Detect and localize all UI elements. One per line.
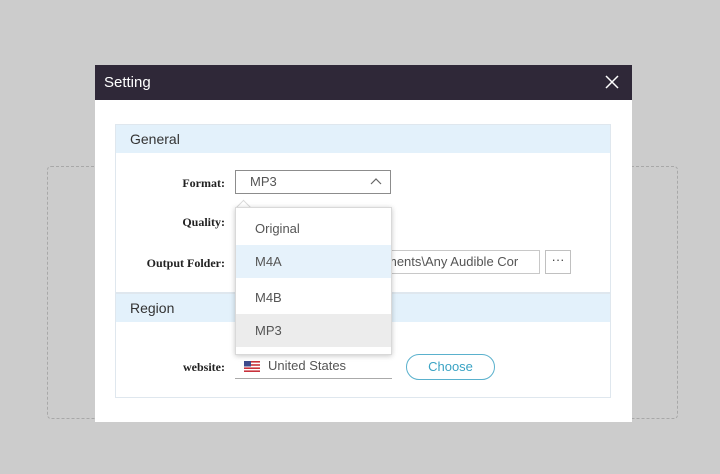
format-option-original[interactable]: Original xyxy=(236,212,391,245)
dialog-title: Setting xyxy=(104,74,151,91)
format-select[interactable]: MP3 xyxy=(235,170,391,194)
choose-button[interactable]: Choose xyxy=(406,354,495,380)
output-folder-field[interactable]: ments\Any Audible Cor xyxy=(385,250,540,274)
format-option-m4b[interactable]: M4B xyxy=(236,281,391,314)
quality-label: Quality: xyxy=(182,215,225,229)
country-value: United States xyxy=(268,358,347,373)
output-folder-label: Output Folder: xyxy=(146,256,225,270)
website-label: website: xyxy=(183,360,225,374)
chevron-up-icon xyxy=(370,178,382,185)
dialog-titlebar: Setting xyxy=(95,65,632,100)
format-dropdown: Original M4A M4B MP3 xyxy=(235,207,392,355)
format-select-value: MP3 xyxy=(250,174,277,189)
settings-dialog: Setting General Format: Quality: Output … xyxy=(95,65,632,422)
close-icon[interactable] xyxy=(602,72,622,92)
format-option-mp3[interactable]: MP3 xyxy=(236,314,391,347)
general-section-header: General xyxy=(116,125,610,153)
us-flag-icon xyxy=(244,361,260,372)
format-option-m4a[interactable]: M4A xyxy=(236,245,391,278)
output-folder-value: ments\Any Audible Cor xyxy=(386,254,519,269)
country-field[interactable]: United States xyxy=(235,355,392,379)
format-label: Format: xyxy=(182,176,225,190)
browse-folder-button[interactable]: ··· xyxy=(545,250,571,274)
